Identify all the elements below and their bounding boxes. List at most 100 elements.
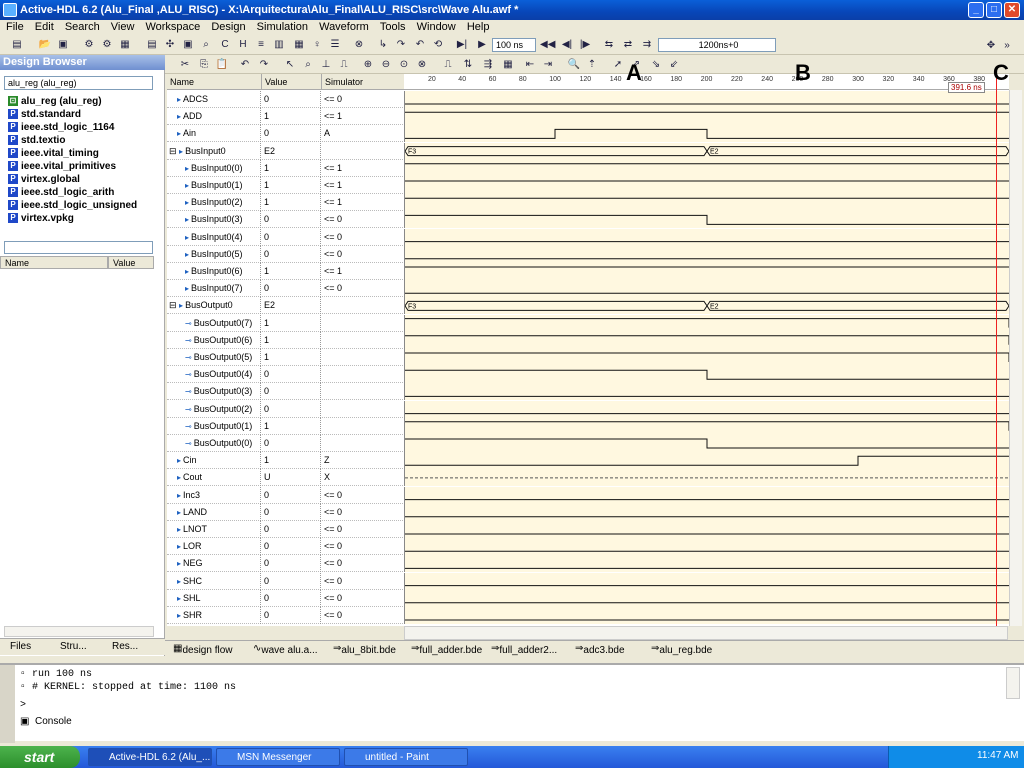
console-prompt[interactable]: > — [20, 700, 26, 711]
zoom-in-icon[interactable]: ⊕ — [361, 58, 375, 71]
probe-icon[interactable]: ♀ — [310, 38, 324, 51]
bookmark-next-icon[interactable]: ⇄ — [621, 38, 635, 51]
tab-alu-reg[interactable]: ⇒ alu_reg.bde — [651, 643, 712, 656]
copy-icon[interactable]: ⎘ — [197, 58, 211, 71]
close-button[interactable]: ✕ — [1004, 2, 1020, 18]
block-icon[interactable]: ▦ — [292, 38, 306, 51]
rewind-icon[interactable]: ◀◀ — [540, 38, 555, 51]
step-forward-icon[interactable]: |▶ — [578, 38, 592, 51]
zoom-out-icon[interactable]: ⊖ — [379, 58, 393, 71]
menu-edit[interactable]: Edit — [35, 21, 54, 33]
zoom-icon[interactable]: ⌕ — [301, 58, 315, 71]
compile-all-icon[interactable]: ⚙ — [100, 38, 114, 51]
console-scroll[interactable] — [1006, 667, 1020, 699]
menu-file[interactable]: File — [6, 21, 24, 33]
code-icon[interactable]: ≡ — [254, 38, 268, 51]
design-icon[interactable]: ▤ — [145, 38, 159, 51]
edge-prev-icon[interactable]: ⇤ — [523, 58, 537, 71]
object-select[interactable] — [4, 241, 153, 254]
tree-item-virtex-vpkg[interactable]: Pvirtex.vpkg — [8, 213, 74, 225]
overflow-icon[interactable]: » — [1000, 39, 1014, 52]
expand-icon[interactable]: ⇅ — [461, 58, 475, 71]
menu-design[interactable]: Design — [211, 21, 245, 33]
objects-name-header[interactable]: Name — [0, 256, 108, 269]
column-value-header[interactable]: Value — [262, 74, 322, 90]
compile-icon[interactable]: ⚙ — [82, 38, 96, 51]
hierarchy-icon[interactable]: ✣ — [163, 38, 177, 51]
tree-item-std-textio[interactable]: Pstd.textio — [8, 135, 65, 147]
task-active-hdl[interactable]: Active-HDL 6.2 (Alu_... — [88, 748, 212, 766]
menu-simulation[interactable]: Simulation — [257, 21, 308, 33]
marker-icon[interactable]: ➚ — [611, 58, 625, 71]
tab-alu-8bit[interactable]: ⇒ alu_8bit.bde — [333, 643, 396, 656]
save-icon[interactable]: ▣ — [56, 38, 70, 51]
pointer-icon[interactable]: ↖ — [283, 58, 297, 71]
library-icon[interactable]: ▥ — [272, 38, 286, 51]
bookmark-prev-icon[interactable]: ⇉ — [640, 38, 654, 51]
find-signal-icon[interactable]: 🔍 — [567, 58, 581, 71]
column-name-header[interactable]: Name — [167, 74, 262, 90]
wave-vscroll[interactable] — [1009, 90, 1022, 626]
split-icon[interactable]: ⇶ — [481, 58, 495, 71]
wave-hscroll[interactable] — [404, 626, 1008, 640]
trace-into-icon[interactable]: ↳ — [376, 38, 390, 51]
tab-full-adder[interactable]: ⇒ full_adder.bde — [411, 643, 482, 656]
cpp-dbg-icon[interactable]: C — [218, 38, 232, 51]
objects-value-header[interactable]: Value — [108, 256, 154, 269]
tree-item-std-logic-unsigned[interactable]: Pieee.std_logic_unsigned — [8, 200, 137, 212]
menu-waveform[interactable]: Waveform — [319, 21, 369, 33]
run-icon[interactable]: ▶| — [455, 38, 469, 51]
tab-wave-alu[interactable]: ∿ wave alu.a... — [253, 643, 318, 656]
open-icon[interactable]: 📂 — [38, 38, 52, 51]
marker3-icon[interactable]: ⇘ — [649, 58, 663, 71]
start-button[interactable]: start — [0, 746, 80, 768]
tab-files[interactable]: Files — [10, 641, 31, 652]
undo-icon[interactable]: ↶ — [238, 58, 252, 71]
menu-view[interactable]: View — [111, 21, 135, 33]
tab-resources[interactable]: Res... — [112, 641, 138, 652]
tab-full-adder2[interactable]: ⇒ full_adder2... — [491, 643, 557, 656]
task-paint[interactable]: untitled - Paint — [344, 748, 468, 766]
menu-workspace[interactable]: Workspace — [145, 21, 200, 33]
measure-icon[interactable]: ⊥ — [319, 58, 333, 71]
run-step-input[interactable]: 100 ns — [492, 38, 536, 52]
tab-structure[interactable]: Stru... — [60, 641, 87, 652]
left-hscroll[interactable] — [4, 626, 154, 637]
waveform-canvas[interactable]: F3 E2 F3 E2 — [405, 91, 1009, 626]
tree-item-std-standard[interactable]: Pstd.standard — [8, 109, 81, 121]
compare-icon[interactable]: ▦ — [501, 58, 515, 71]
workspace-icon[interactable]: ▤ — [10, 38, 24, 51]
marker4-icon[interactable]: ⇙ — [667, 58, 681, 71]
menu-search[interactable]: Search — [65, 21, 100, 33]
tree-item-vital-timing[interactable]: Pieee.vital_timing — [8, 148, 99, 160]
menu-help[interactable]: Help — [467, 21, 490, 33]
tab-adc3[interactable]: ⇒ adc3.bde — [575, 643, 625, 656]
signal-icon[interactable]: ⎍ — [337, 58, 351, 71]
tree-item-vital-primitives[interactable]: Pieee.vital_primitives — [8, 161, 116, 173]
time-ruler[interactable]: 20 40 60 80 100 120 140 160 180 200 220 240 260 280 30… — [404, 74, 1009, 90]
zoom-fit-icon[interactable]: ⊙ — [397, 58, 411, 71]
menu-window[interactable]: Window — [417, 21, 456, 33]
design-unit-select[interactable]: alu_reg (alu_reg) — [4, 76, 153, 90]
find-icon[interactable]: ⌕ — [199, 38, 213, 51]
stop-icon[interactable]: ⊗ — [352, 38, 366, 51]
trace-icon[interactable]: ⇡ — [585, 58, 599, 71]
edge-next-icon[interactable]: ⇥ — [541, 58, 555, 71]
tree-item-ieee-1164[interactable]: Pieee.std_logic_1164 — [8, 122, 114, 134]
trace-over-icon[interactable]: ↷ — [394, 38, 408, 51]
paste-icon[interactable]: 📋 — [215, 58, 229, 71]
menu-tools[interactable]: Tools — [380, 21, 406, 33]
list-icon[interactable]: ☰ — [328, 38, 342, 51]
console-icon[interactable]: ▣ — [181, 38, 195, 51]
tree-item-alu-reg[interactable]: ⊡ alu_reg (alu_reg) — [8, 96, 102, 108]
cut-icon[interactable]: ✂ — [178, 58, 192, 71]
console-tab[interactable]: ▣ Console — [20, 716, 72, 727]
column-simulator-header[interactable]: Simulator — [322, 74, 405, 90]
zoom-range-icon[interactable]: ⊗ — [415, 58, 429, 71]
trace-out-icon[interactable]: ↶ — [413, 38, 427, 51]
tree-item-virtex-global[interactable]: Pvirtex.global — [8, 174, 80, 186]
run-for-icon[interactable]: ▶ — [475, 38, 489, 51]
move-icon[interactable]: ✥ — [984, 39, 998, 52]
bus-icon[interactable]: ⎍ — [441, 58, 455, 71]
grid-icon[interactable]: ▦ — [118, 38, 132, 51]
